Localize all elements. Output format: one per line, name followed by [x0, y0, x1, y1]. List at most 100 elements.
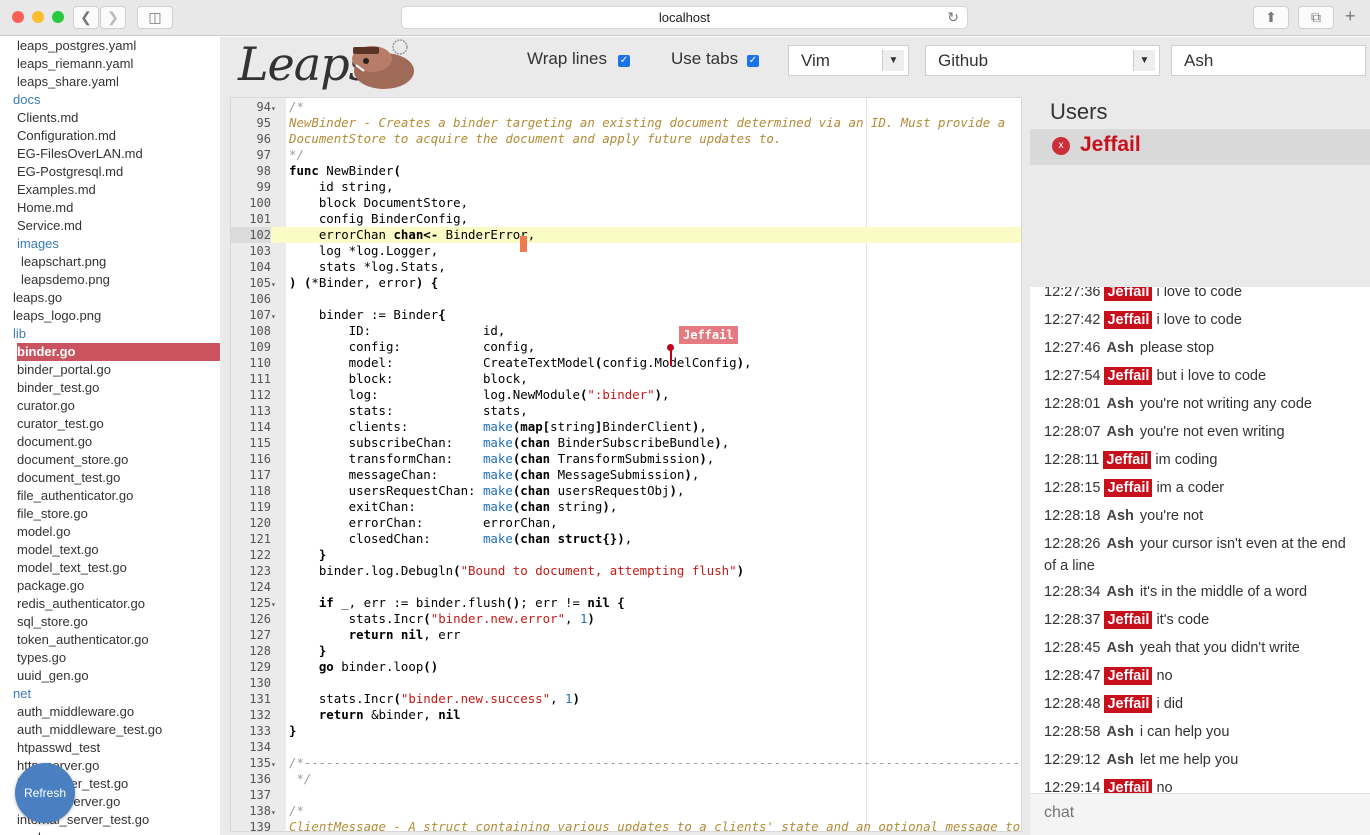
new-tab-icon[interactable]: +: [1345, 6, 1356, 27]
file-item[interactable]: htpasswd_test: [0, 739, 220, 757]
chat-message: 12:29:14 Jeffail no: [1044, 777, 1360, 793]
file-item[interactable]: leaps.go: [0, 289, 220, 307]
line-number: 131: [249, 692, 271, 706]
file-item[interactable]: binder.go: [17, 343, 220, 361]
sidebar-toggle-button[interactable]: ◫: [137, 6, 173, 29]
reload-icon[interactable]: ↻: [947, 7, 959, 28]
chat-message: 12:28:01 Ash you're not writing any code: [1044, 393, 1360, 415]
line-number: 127: [249, 628, 271, 642]
chat-timestamp: 12:28:26: [1044, 536, 1101, 552]
line-number: 106: [249, 292, 271, 306]
code-text: }: [318, 547, 327, 562]
tabs-overview-button[interactable]: ⧉: [1298, 6, 1334, 29]
wrap-lines-label: Wrap lines: [527, 49, 607, 68]
code-text: block: block,: [289, 371, 528, 386]
file-item[interactable]: leaps_logo.png: [0, 307, 220, 325]
file-item[interactable]: Configuration.md: [0, 127, 220, 145]
use-tabs-checkbox[interactable]: ✓: [747, 55, 759, 67]
folder-item[interactable]: images: [0, 235, 220, 253]
line-number: 118: [249, 484, 271, 498]
line-number: 120: [249, 516, 271, 530]
file-item[interactable]: redis_authenticator.go: [0, 595, 220, 613]
user-close-icon[interactable]: x: [1052, 137, 1070, 155]
zoom-window-icon[interactable]: [52, 11, 64, 23]
file-item[interactable]: document.go: [0, 433, 220, 451]
code-text: return nil, err: [348, 627, 461, 642]
chat-author: Ash: [1106, 396, 1134, 412]
file-item[interactable]: curator_test.go: [0, 415, 220, 433]
file-item[interactable]: model.go: [0, 523, 220, 541]
code-text: subscribeChan: make(chan BinderSubscribe…: [289, 435, 730, 450]
file-item[interactable]: Clients.md: [0, 109, 220, 127]
folder-item[interactable]: net: [0, 685, 220, 703]
keymap-value: Vim: [801, 51, 830, 70]
line-number: 96: [256, 132, 271, 146]
file-item[interactable]: file_store.go: [0, 505, 220, 523]
file-item[interactable]: binder_portal.go: [0, 361, 220, 379]
refresh-button[interactable]: Refresh: [15, 763, 75, 823]
share-button[interactable]: ⬆: [1253, 6, 1289, 29]
close-window-icon[interactable]: [12, 11, 24, 23]
username-input[interactable]: Ash: [1171, 45, 1366, 76]
line-number: 115: [249, 436, 271, 450]
line-number: 117: [249, 468, 271, 482]
file-item[interactable]: leaps_postgres.yaml: [0, 37, 220, 55]
code-text: binder.log.Debugln("Bound to document, a…: [289, 563, 745, 578]
file-item[interactable]: leapschart.png: [0, 253, 220, 271]
code-line: 107▾ binder := Binder{: [231, 307, 1021, 323]
line-number: 112: [249, 388, 271, 402]
chat-timestamp: 12:28:11: [1044, 452, 1100, 468]
file-item[interactable]: leaps_riemann.yaml: [0, 55, 220, 73]
file-item[interactable]: leaps_share.yaml: [0, 73, 220, 91]
file-item[interactable]: auth_middleware_test.go: [0, 721, 220, 739]
file-item[interactable]: types.go: [0, 649, 220, 667]
file-item[interactable]: EG-FilesOverLAN.md: [0, 145, 220, 163]
file-item[interactable]: sql_store.go: [0, 613, 220, 631]
file-item[interactable]: uuid_gen.go: [0, 667, 220, 685]
file-item[interactable]: file_authenticator.go: [0, 487, 220, 505]
folder-item[interactable]: docs: [0, 91, 220, 109]
file-item[interactable]: Home.md: [0, 199, 220, 217]
chat-text: you're not even writing: [1139, 424, 1285, 440]
code-line: 96 DocumentStore to acquire the document …: [231, 131, 1021, 147]
file-item[interactable]: Service.md: [0, 217, 220, 235]
code-line: 117 messageChan: make(chan MessageSubmis…: [231, 467, 1021, 483]
address-bar[interactable]: localhost ↻: [401, 6, 968, 29]
theme-select[interactable]: Github ▼: [925, 45, 1160, 76]
minimize-window-icon[interactable]: [32, 11, 44, 23]
file-item[interactable]: document_test.go: [0, 469, 220, 487]
forward-button[interactable]: ❯: [100, 6, 126, 29]
chat-message: 12:27:42 Jeffail i love to code: [1044, 309, 1360, 331]
file-item[interactable]: auth_middleware.go: [0, 703, 220, 721]
keymap-select[interactable]: Vim ▼: [788, 45, 909, 76]
code-line: 139 ClientMessage - A struct containing v…: [231, 819, 1021, 831]
chat-input-box[interactable]: [1030, 793, 1370, 835]
chat-text: you're not writing any code: [1139, 396, 1312, 412]
file-item[interactable]: leapsdemo.png: [0, 271, 220, 289]
code-line: 100 block DocumentStore,: [231, 195, 1021, 211]
chat-timestamp: 12:29:14: [1044, 780, 1101, 793]
file-item[interactable]: Examples.md: [0, 181, 220, 199]
chat-log[interactable]: 12:27:36 Jeffail i love to code 12:27:42 …: [1030, 287, 1370, 793]
file-item[interactable]: document_store.go: [0, 451, 220, 469]
code-line: 114 clients: make(map[string]BinderClien…: [231, 419, 1021, 435]
code-editor[interactable]: 94▾/* 95 NewBinder - Creates a binder targ…: [230, 97, 1022, 832]
code-text: usersRequestChan: make(chan usersRequest…: [289, 483, 685, 498]
file-item[interactable]: package.go: [0, 577, 220, 595]
folder-item[interactable]: lib: [0, 325, 220, 343]
tabs-icon: ⧉: [1311, 9, 1321, 25]
file-item[interactable]: model_text_test.go: [0, 559, 220, 577]
chat-author: Ash: [1106, 724, 1134, 740]
back-button[interactable]: ❮: [73, 6, 99, 29]
file-item[interactable]: curator.go: [0, 397, 220, 415]
wrap-lines-checkbox[interactable]: ✓: [618, 55, 630, 67]
chat-author: Ash: [1106, 340, 1134, 356]
file-item[interactable]: binder_test.go: [0, 379, 220, 397]
chat-timestamp: 12:27:46: [1044, 340, 1101, 356]
chat-input[interactable]: [1044, 804, 1344, 822]
chat-text: no: [1156, 668, 1173, 684]
file-item[interactable]: package.go: [0, 829, 220, 835]
file-item[interactable]: model_text.go: [0, 541, 220, 559]
file-item[interactable]: EG-Postgresql.md: [0, 163, 220, 181]
file-item[interactable]: token_authenticator.go: [0, 631, 220, 649]
